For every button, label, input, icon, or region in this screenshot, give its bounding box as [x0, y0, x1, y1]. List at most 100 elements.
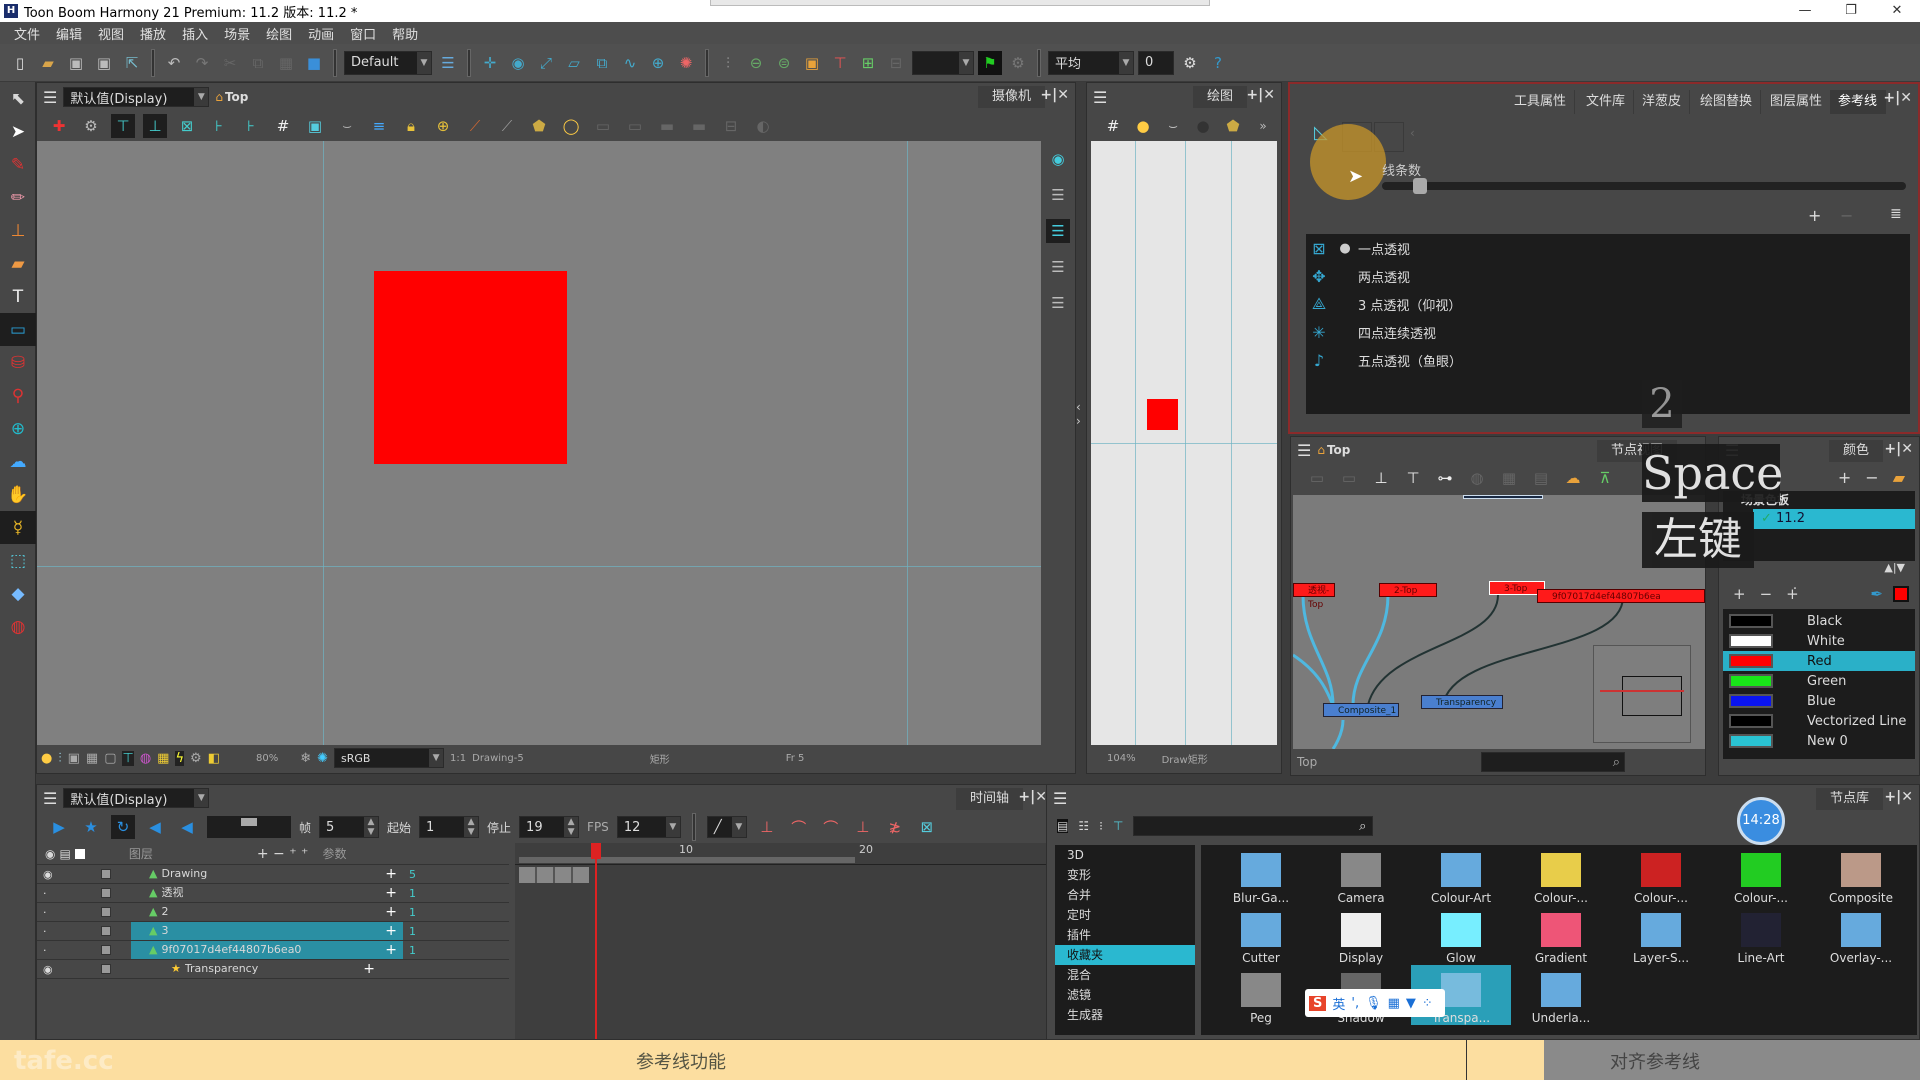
drawing-zoom[interactable]: 104% — [1107, 753, 1136, 764]
rigging-tool-icon[interactable]: ☿ — [0, 511, 36, 544]
guide-item[interactable]: ⊠ ● 一点透视 — [1306, 234, 1910, 262]
layer-color-chip[interactable] — [101, 964, 111, 974]
text-tool-icon[interactable]: T — [0, 280, 36, 313]
shading-icon[interactable]: ⬟ — [1221, 114, 1245, 138]
menu-insert[interactable]: 插入 — [174, 24, 216, 43]
guide-menu-icon[interactable]: ≣ — [1890, 206, 1902, 222]
filter-icon[interactable]: ⊤ — [1113, 819, 1123, 833]
category-item[interactable]: 合并 — [1055, 885, 1195, 905]
tab-node-library[interactable]: 节点库 — [1815, 788, 1883, 810]
visibility-toggle-icon[interactable]: ◉ — [43, 868, 57, 881]
skin-icon[interactable]: ▼ — [1406, 996, 1416, 1011]
layer-color-chip[interactable] — [101, 869, 111, 879]
category-item[interactable]: 混合 — [1055, 965, 1195, 985]
view-breadcrumb[interactable]: Top — [225, 90, 248, 104]
align-guide-icon[interactable]: ≡ — [367, 114, 391, 138]
library-node-item[interactable]: Underla... — [1511, 965, 1611, 1025]
layers-active-icon[interactable]: ☰ — [1046, 219, 1070, 243]
menu-help[interactable]: 帮助 — [384, 24, 426, 43]
guide-item[interactable]: ⟁ 3 点透视（仰视） — [1306, 290, 1910, 318]
paste-icon[interactable]: ▦ — [274, 51, 298, 75]
scale-icon[interactable]: ⤢ — [534, 51, 558, 75]
transform-icon[interactable]: ⧉ — [590, 51, 614, 75]
apps-icon[interactable]: ⁘ — [1422, 996, 1433, 1011]
comment-icon[interactable]: ☁ — [1561, 466, 1585, 490]
visibility-toggle-icon[interactable]: · — [43, 906, 57, 919]
panel-add-close[interactable]: +|✕ — [1884, 789, 1913, 805]
menu-edit[interactable]: 编辑 — [48, 24, 90, 43]
bounding-box-icon[interactable]: ▣ — [800, 51, 824, 75]
onion-icon[interactable]: ◍ — [140, 751, 151, 766]
library-node-item[interactable]: Cutter — [1211, 905, 1311, 965]
undo-icon[interactable]: ↶ — [162, 51, 186, 75]
contour-editor-icon[interactable]: ➤ — [0, 115, 36, 148]
keyboard-icon[interactable]: ▦ — [1388, 996, 1400, 1011]
grid-icon[interactable]: # — [1101, 114, 1125, 138]
layer-row[interactable]: · ▲ 透视 +1 — [37, 884, 509, 903]
menu-window[interactable]: 窗口 — [342, 24, 384, 43]
library-node-item[interactable]: Line-Art — [1711, 905, 1811, 965]
render-icon[interactable]: ■ — [302, 51, 326, 75]
panel-menu-icon[interactable]: ☰ — [43, 88, 57, 107]
camera-viewport[interactable] — [37, 141, 1041, 745]
motion-icon[interactable]: ✺ — [674, 51, 698, 75]
workspace-dropdown[interactable]: Default ▼ — [344, 50, 432, 75]
light-icon[interactable]: ⫶ — [58, 751, 61, 766]
bulb-icon[interactable]: ● — [1131, 114, 1155, 138]
workspace-manager-icon[interactable]: ☰ — [436, 51, 460, 75]
category-item[interactable]: 插件 — [1055, 925, 1195, 945]
remove-colour-icon[interactable]: − — [1760, 585, 1773, 603]
ease-out-icon[interactable]: ⌒ — [819, 815, 843, 839]
key-stop-toggle-icon[interactable]: ≵ — [883, 815, 907, 839]
add-keyframe-icon[interactable]: + — [385, 865, 397, 883]
layer-row[interactable]: ◉ ▲ Drawing +5 — [37, 865, 509, 884]
ease-dropdown[interactable]: ╱ ▼ — [706, 816, 747, 838]
reposition-icon[interactable]: ⫶ — [716, 51, 740, 75]
tab-layer-properties[interactable]: 图层属性 — [1762, 90, 1832, 114]
stepper-icon[interactable]: ▲ ▼ — [364, 817, 379, 837]
cut-icon[interactable]: ✂ — [218, 51, 242, 75]
eraser-tool-icon[interactable]: ▰ — [0, 247, 36, 280]
lightning-icon[interactable]: ϟ — [175, 750, 185, 766]
grid-icon[interactable]: # — [271, 114, 295, 138]
play-icon[interactable]: ▶ — [47, 815, 71, 839]
lock-icon[interactable]: ▦ — [157, 751, 169, 766]
clear-key-icon[interactable]: ⊠ — [915, 815, 939, 839]
layer-row[interactable]: ◉ ★ Transparency + — [37, 960, 509, 979]
node-composite[interactable]: Composite_1 — [1323, 703, 1399, 717]
tab-onion-skin[interactable]: 洋葱皮 — [1634, 90, 1691, 114]
more-icon[interactable]: » — [1251, 114, 1275, 138]
home-icon[interactable]: ⌂ — [1317, 443, 1325, 457]
onion-skin-icon[interactable]: ● — [1191, 114, 1215, 138]
slider-thumb[interactable] — [241, 818, 257, 826]
remove-layer-icon[interactable]: ⊟ — [884, 51, 908, 75]
node-navigator[interactable] — [1593, 645, 1691, 743]
menu-file[interactable]: 文件 — [6, 24, 48, 43]
ink-tool-icon[interactable]: ◍ — [0, 610, 36, 643]
menu-view[interactable]: 视图 — [90, 24, 132, 43]
library-search-input[interactable]: ⌕ — [1133, 816, 1374, 836]
add-layer-icon[interactable]: + − ⁺ ⁺ — [257, 846, 309, 862]
ratio[interactable]: 1:1 — [450, 753, 466, 764]
lock-icon[interactable]: ▤ — [59, 847, 70, 861]
layer-name-cell[interactable]: ▲ 3 + — [131, 922, 403, 940]
guide-item[interactable]: ✥ 两点透视 — [1306, 262, 1910, 290]
hierarchy-icon[interactable]: ⊼ — [1593, 466, 1617, 490]
drawing-viewport[interactable] — [1091, 141, 1277, 745]
menu-scene[interactable]: 场景 — [216, 24, 258, 43]
layer-row[interactable]: · ▲ 2 +1 — [37, 903, 509, 922]
hand-tool-icon[interactable]: ✋ — [0, 478, 36, 511]
guide-item[interactable]: ♪ 五点透视（鱼眼） — [1306, 346, 1910, 374]
rectangle-tool-icon[interactable]: ▭ — [0, 313, 36, 346]
move-down-icon[interactable]: ⊤ — [1401, 466, 1425, 490]
tab-tool-properties[interactable]: 工具属性 — [1506, 90, 1576, 114]
red-rectangle-drawing[interactable] — [1147, 399, 1178, 430]
add-keyframe-icon[interactable]: + — [385, 903, 397, 921]
line-count-slider[interactable] — [1382, 178, 1906, 194]
library-node-item[interactable]: Colour-... — [1511, 845, 1611, 905]
brush-stabilizer-icon[interactable]: ⚑ — [978, 50, 1002, 75]
add-keyframe-icon[interactable]: + — [363, 960, 375, 978]
pencil-tool-icon[interactable]: ✏ — [0, 181, 36, 214]
onion-skin-icon[interactable]: ⬟ — [527, 114, 551, 138]
swatch-white[interactable]: White — [1723, 631, 1915, 651]
